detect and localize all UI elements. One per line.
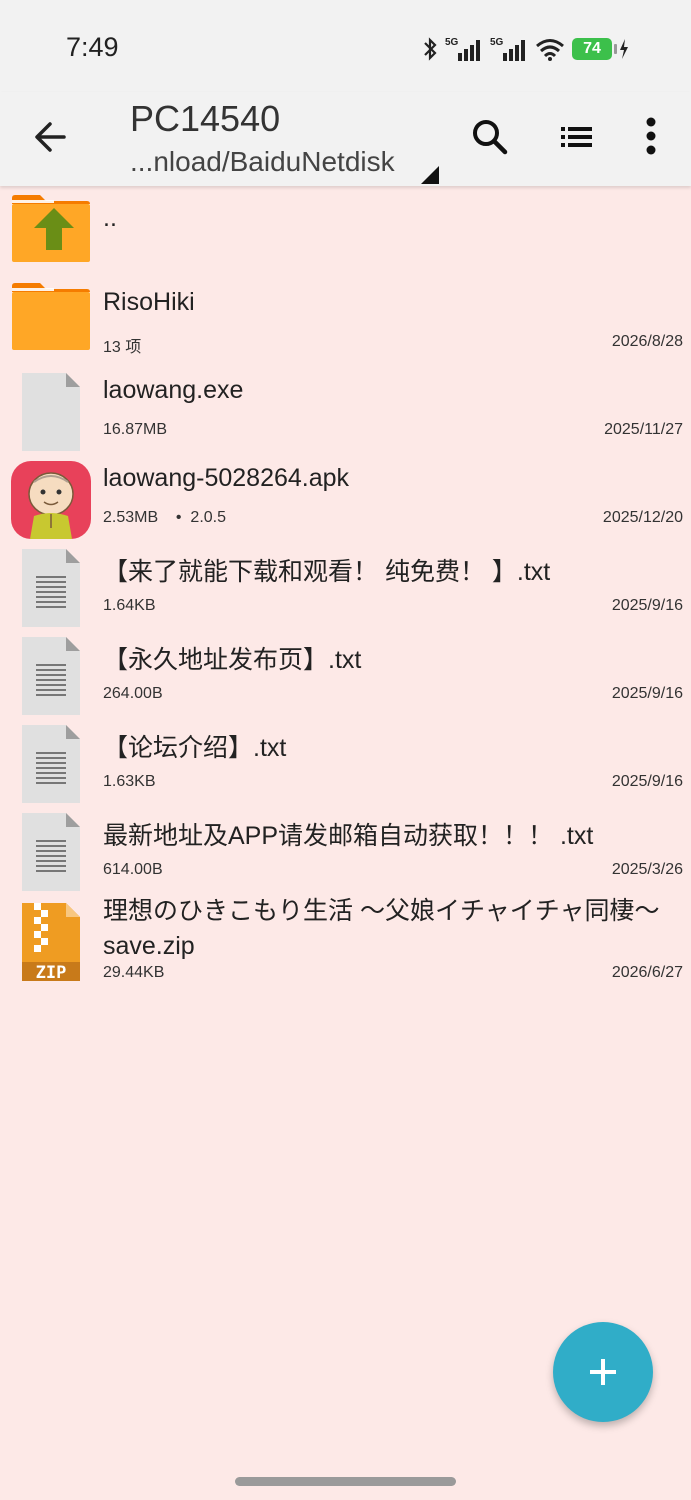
- file-meta: 16.87MB: [103, 421, 168, 438]
- search-button[interactable]: [467, 114, 513, 160]
- list-item-file[interactable]: laowang.exe 16.87MB 2025/11/27: [0, 366, 691, 454]
- file-date: 2025/9/16: [611, 597, 683, 614]
- charging-icon: [620, 39, 628, 59]
- file-list: .. RisoHiki 13 项 2026/8/28 laowang.exe 1…: [0, 190, 691, 992]
- text-file-icon: [22, 813, 80, 891]
- file-name: 理想のひきこもり生活 ～父娘イチャイチャ同棲～save.zip: [103, 897, 660, 960]
- file-date: 2025/3/26: [611, 861, 683, 878]
- file-date: 2025/9/16: [611, 685, 683, 702]
- text-file-icon: [22, 637, 80, 715]
- list-view-icon: [561, 127, 592, 147]
- battery-indicator: 74: [572, 38, 617, 60]
- file-date: 2025/9/16: [611, 773, 683, 790]
- signal-icon: 5G: [445, 37, 480, 61]
- signal-icon-2: 5G: [490, 37, 525, 61]
- search-icon: [473, 120, 508, 155]
- zip-icon: ZIP: [22, 903, 80, 982]
- bluetooth-icon: [424, 37, 437, 61]
- home-indicator[interactable]: [235, 1477, 456, 1486]
- file-meta: 29.44KB: [103, 964, 165, 981]
- list-item-parent-dir[interactable]: ..: [0, 190, 691, 278]
- more-vert-icon: [646, 117, 656, 155]
- list-item-file[interactable]: 【论坛介绍】.txt 1.63KB 2025/9/16: [0, 718, 691, 806]
- app-icon: [11, 461, 91, 539]
- file-date: 2025/12/20: [602, 509, 683, 526]
- folder-icon: [12, 283, 90, 350]
- file-name: ..: [103, 204, 117, 232]
- status-bar: 7:49 5G 5G 74: [0, 0, 691, 92]
- plus-icon: [590, 1359, 616, 1385]
- file-name: RisoHiki: [103, 288, 195, 316]
- text-file-icon: [22, 725, 80, 803]
- file-name: 【来了就能下载和观看！ 纯免费！ 】.txt: [103, 558, 551, 586]
- wifi-icon: [536, 39, 564, 61]
- file-name: laowang-5028264.apk: [103, 464, 350, 492]
- back-button[interactable]: [28, 114, 74, 160]
- list-item-file[interactable]: laowang-5028264.apk 2.53MB • 2.0.5 2025/…: [0, 454, 691, 542]
- list-item-file[interactable]: 【永久地址发布页】.txt 264.00B 2025/9/16: [0, 630, 691, 718]
- list-item-folder[interactable]: RisoHiki 13 项 2026/8/28: [0, 278, 691, 366]
- file-meta: 264.00B: [103, 685, 163, 702]
- file-meta: 1.64KB: [103, 597, 156, 614]
- text-file-icon: [22, 549, 80, 627]
- page-title: PC14540: [130, 98, 281, 139]
- file-name: 【论坛介绍】.txt: [103, 734, 287, 762]
- file-date: 2026/6/27: [611, 964, 683, 981]
- list-item-file[interactable]: 最新地址及APP请发邮箱自动获取！！！ .txt 614.00B 2025/3/…: [0, 806, 691, 894]
- svg-text:ZIP: ZIP: [36, 963, 67, 982]
- path-dropdown-icon[interactable]: [421, 166, 439, 184]
- file-meta: 1.63KB: [103, 773, 156, 790]
- file-meta: 2.53MB • 2.0.5: [103, 509, 226, 526]
- file-meta: 13 项: [103, 339, 142, 356]
- back-arrow-icon: [35, 122, 66, 152]
- folder-up-icon: [12, 195, 90, 262]
- file-date: 2025/11/27: [604, 421, 683, 438]
- view-mode-button[interactable]: [553, 114, 599, 160]
- more-options-button[interactable]: [628, 114, 674, 160]
- add-button[interactable]: [553, 1322, 653, 1422]
- file-name: 【永久地址发布页】.txt: [103, 646, 362, 674]
- file-name: laowang.exe: [103, 376, 244, 404]
- svg-text:5G: 5G: [490, 37, 504, 48]
- path-selector[interactable]: ...nload/BaiduNetdisk: [130, 146, 395, 178]
- list-item-file[interactable]: ZIP 理想のひきこもり生活 ～父娘イチャイチャ同棲～save.zip 29.4…: [0, 894, 691, 992]
- app-toolbar: PC14540 ...nload/BaiduNetdisk: [0, 92, 691, 186]
- list-item-file[interactable]: 【来了就能下载和观看！ 纯免费！ 】.txt 1.64KB 2025/9/16: [0, 542, 691, 630]
- svg-text:5G: 5G: [445, 37, 459, 48]
- status-icons: 5G 5G 74: [422, 36, 629, 62]
- file-meta: 614.00B: [103, 861, 163, 878]
- file-icon: [22, 373, 80, 451]
- file-date: 2026/8/28: [611, 333, 683, 350]
- file-name: 最新地址及APP请发邮箱自动获取！！！ .txt: [103, 822, 594, 850]
- status-time: 7:49: [66, 32, 119, 62]
